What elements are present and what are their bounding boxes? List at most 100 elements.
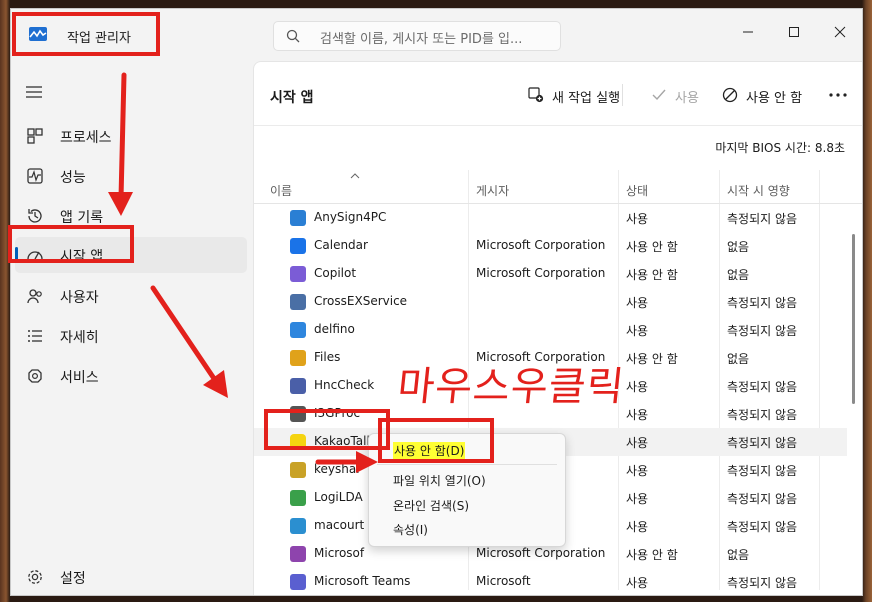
minimize-icon — [743, 31, 753, 33]
sidebar-item-services[interactable]: 서비스 — [15, 358, 247, 394]
table-row[interactable]: Microsoft Teams Microsoft 사용 측정되지 않음 — [254, 568, 847, 595]
cell-impact: 없음 — [727, 268, 750, 282]
cell-name: Calendar — [314, 238, 368, 252]
app-icon — [290, 462, 306, 478]
cell-name: AnySign4PC — [314, 210, 387, 224]
sidebar-item-settings[interactable]: 설정 — [15, 559, 247, 595]
app-icon — [290, 238, 306, 254]
column-header-status[interactable]: 상태 — [626, 182, 648, 199]
cell-impact: 측정되지 않음 — [727, 464, 798, 478]
sidebar-item-label: 설정 — [60, 571, 86, 587]
cell-name: macourt — [314, 518, 365, 532]
app-icon — [290, 350, 306, 366]
sort-ascending-icon — [350, 173, 360, 179]
disable-label: 사용 안 함 — [746, 91, 803, 106]
menu-item-search-online[interactable]: 온라인 검색(S) — [393, 497, 469, 514]
hamburger-menu-icon[interactable] — [25, 85, 43, 99]
cell-status: 사용 안 함 — [626, 548, 678, 562]
new-task-label: 새 작업 실행 — [552, 91, 621, 106]
app-icon — [290, 490, 306, 506]
sidebar-item-processes[interactable]: 프로세스 — [15, 118, 247, 154]
sidebar-item-users[interactable]: 사용자 — [15, 278, 247, 314]
sidebar-item-label: 프로세스 — [60, 130, 112, 146]
cell-status: 사용 — [626, 296, 649, 310]
cell-status: 사용 — [626, 576, 649, 590]
toolbar-divider — [254, 125, 862, 126]
app-icon — [290, 322, 306, 338]
bios-time: 마지막 BIOS 시간: 8.8초 — [715, 141, 845, 155]
cell-impact: 측정되지 않음 — [727, 324, 798, 338]
cell-publisher: Microsoft Corporation — [476, 546, 606, 560]
column-header-impact[interactable]: 시작 시 영향 — [727, 182, 790, 199]
cell-impact: 측정되지 않음 — [727, 212, 798, 226]
app-icon — [290, 378, 306, 394]
sidebar-item-label: 성능 — [60, 170, 86, 186]
cell-status: 사용 — [626, 520, 649, 534]
table-row[interactable]: Calendar Microsoft Corporation 사용 안 함 없음 — [254, 232, 847, 260]
app-icon — [290, 546, 306, 562]
sidebar-item-performance[interactable]: 성능 — [15, 158, 247, 194]
details-icon — [28, 330, 42, 342]
sidebar-item-label: 서비스 — [60, 370, 99, 386]
app-icon — [290, 518, 306, 534]
more-options-button[interactable] — [828, 80, 850, 110]
cell-status: 사용 — [626, 380, 649, 394]
cell-name: LogiLDA — [314, 490, 363, 504]
vertical-scrollbar[interactable] — [852, 234, 855, 404]
annotation-box-title — [12, 12, 160, 56]
annotation-text: 마우스우클릭 — [395, 364, 627, 410]
table-row[interactable]: delfino 사용 측정되지 않음 — [254, 316, 847, 344]
table-row[interactable]: AnySign4PC 사용 측정되지 않음 — [254, 204, 847, 232]
menu-separator — [377, 464, 557, 465]
enable-label: 사용 — [675, 91, 699, 106]
cell-impact: 없음 — [727, 352, 750, 366]
cell-impact: 없음 — [727, 548, 750, 562]
app-icon — [290, 574, 306, 590]
cell-publisher: Microsoft Corporation — [476, 266, 606, 280]
cell-name: Microsoft Teams — [314, 574, 411, 588]
table-row[interactable]: CrossEXService 사용 측정되지 않음 — [254, 288, 847, 316]
cell-publisher: Microsoft Corporation — [476, 238, 606, 252]
settings-gear-icon — [28, 570, 42, 584]
cell-status: 사용 — [626, 408, 649, 422]
cell-status: 사용 — [626, 436, 649, 450]
search-icon — [286, 29, 300, 43]
menu-item-properties[interactable]: 속성(I) — [393, 521, 428, 538]
maximize-button[interactable] — [771, 17, 817, 47]
app-history-icon — [28, 209, 42, 223]
cell-impact: 측정되지 않음 — [727, 436, 798, 450]
search-placeholder: 검색할 이름, 게시자 또는 PID를 입... — [320, 32, 523, 47]
sidebar-item-label: 자세히 — [60, 330, 99, 346]
sidebar: 프로세스 성능 앱 기록 시작 앱 사용자 자세히 서비스 설정 — [11, 61, 253, 595]
cell-name: CrossEXService — [314, 294, 408, 308]
minimize-button[interactable] — [725, 17, 771, 47]
cell-status: 사용 — [626, 212, 649, 226]
close-button[interactable] — [817, 17, 862, 47]
cell-impact: 측정되지 않음 — [727, 492, 798, 506]
enable-button[interactable]: 사용 — [651, 80, 701, 110]
menu-item-open-file-location[interactable]: 파일 위치 열기(O) — [393, 472, 486, 489]
cell-impact: 측정되지 않음 — [727, 380, 798, 394]
column-header-publisher[interactable]: 게시자 — [476, 182, 509, 199]
sidebar-item-label: 사용자 — [60, 290, 99, 306]
app-icon — [290, 266, 306, 282]
cell-status: 사용 — [626, 492, 649, 506]
search-input[interactable]: 검색할 이름, 게시자 또는 PID를 입... — [273, 21, 561, 51]
services-icon — [28, 369, 42, 383]
column-header-name[interactable]: 이름 — [270, 182, 292, 199]
page-title: 시작 앱 — [270, 90, 314, 106]
cell-status: 사용 안 함 — [626, 268, 678, 282]
app-icon — [290, 294, 306, 310]
new-task-icon — [528, 87, 544, 103]
table-row[interactable]: Copilot Microsoft Corporation 사용 안 함 없음 — [254, 260, 847, 288]
disable-button[interactable]: 사용 안 함 — [722, 80, 806, 110]
cell-status: 사용 — [626, 464, 649, 478]
checkmark-icon — [652, 89, 666, 101]
cell-impact: 없음 — [727, 240, 750, 254]
processes-icon — [27, 128, 43, 144]
new-task-button[interactable]: 새 작업 실행 — [528, 80, 624, 110]
users-icon — [27, 289, 42, 304]
sidebar-item-details[interactable]: 자세히 — [15, 318, 247, 354]
sidebar-item-label: 앱 기록 — [60, 210, 104, 226]
block-icon — [722, 87, 738, 103]
